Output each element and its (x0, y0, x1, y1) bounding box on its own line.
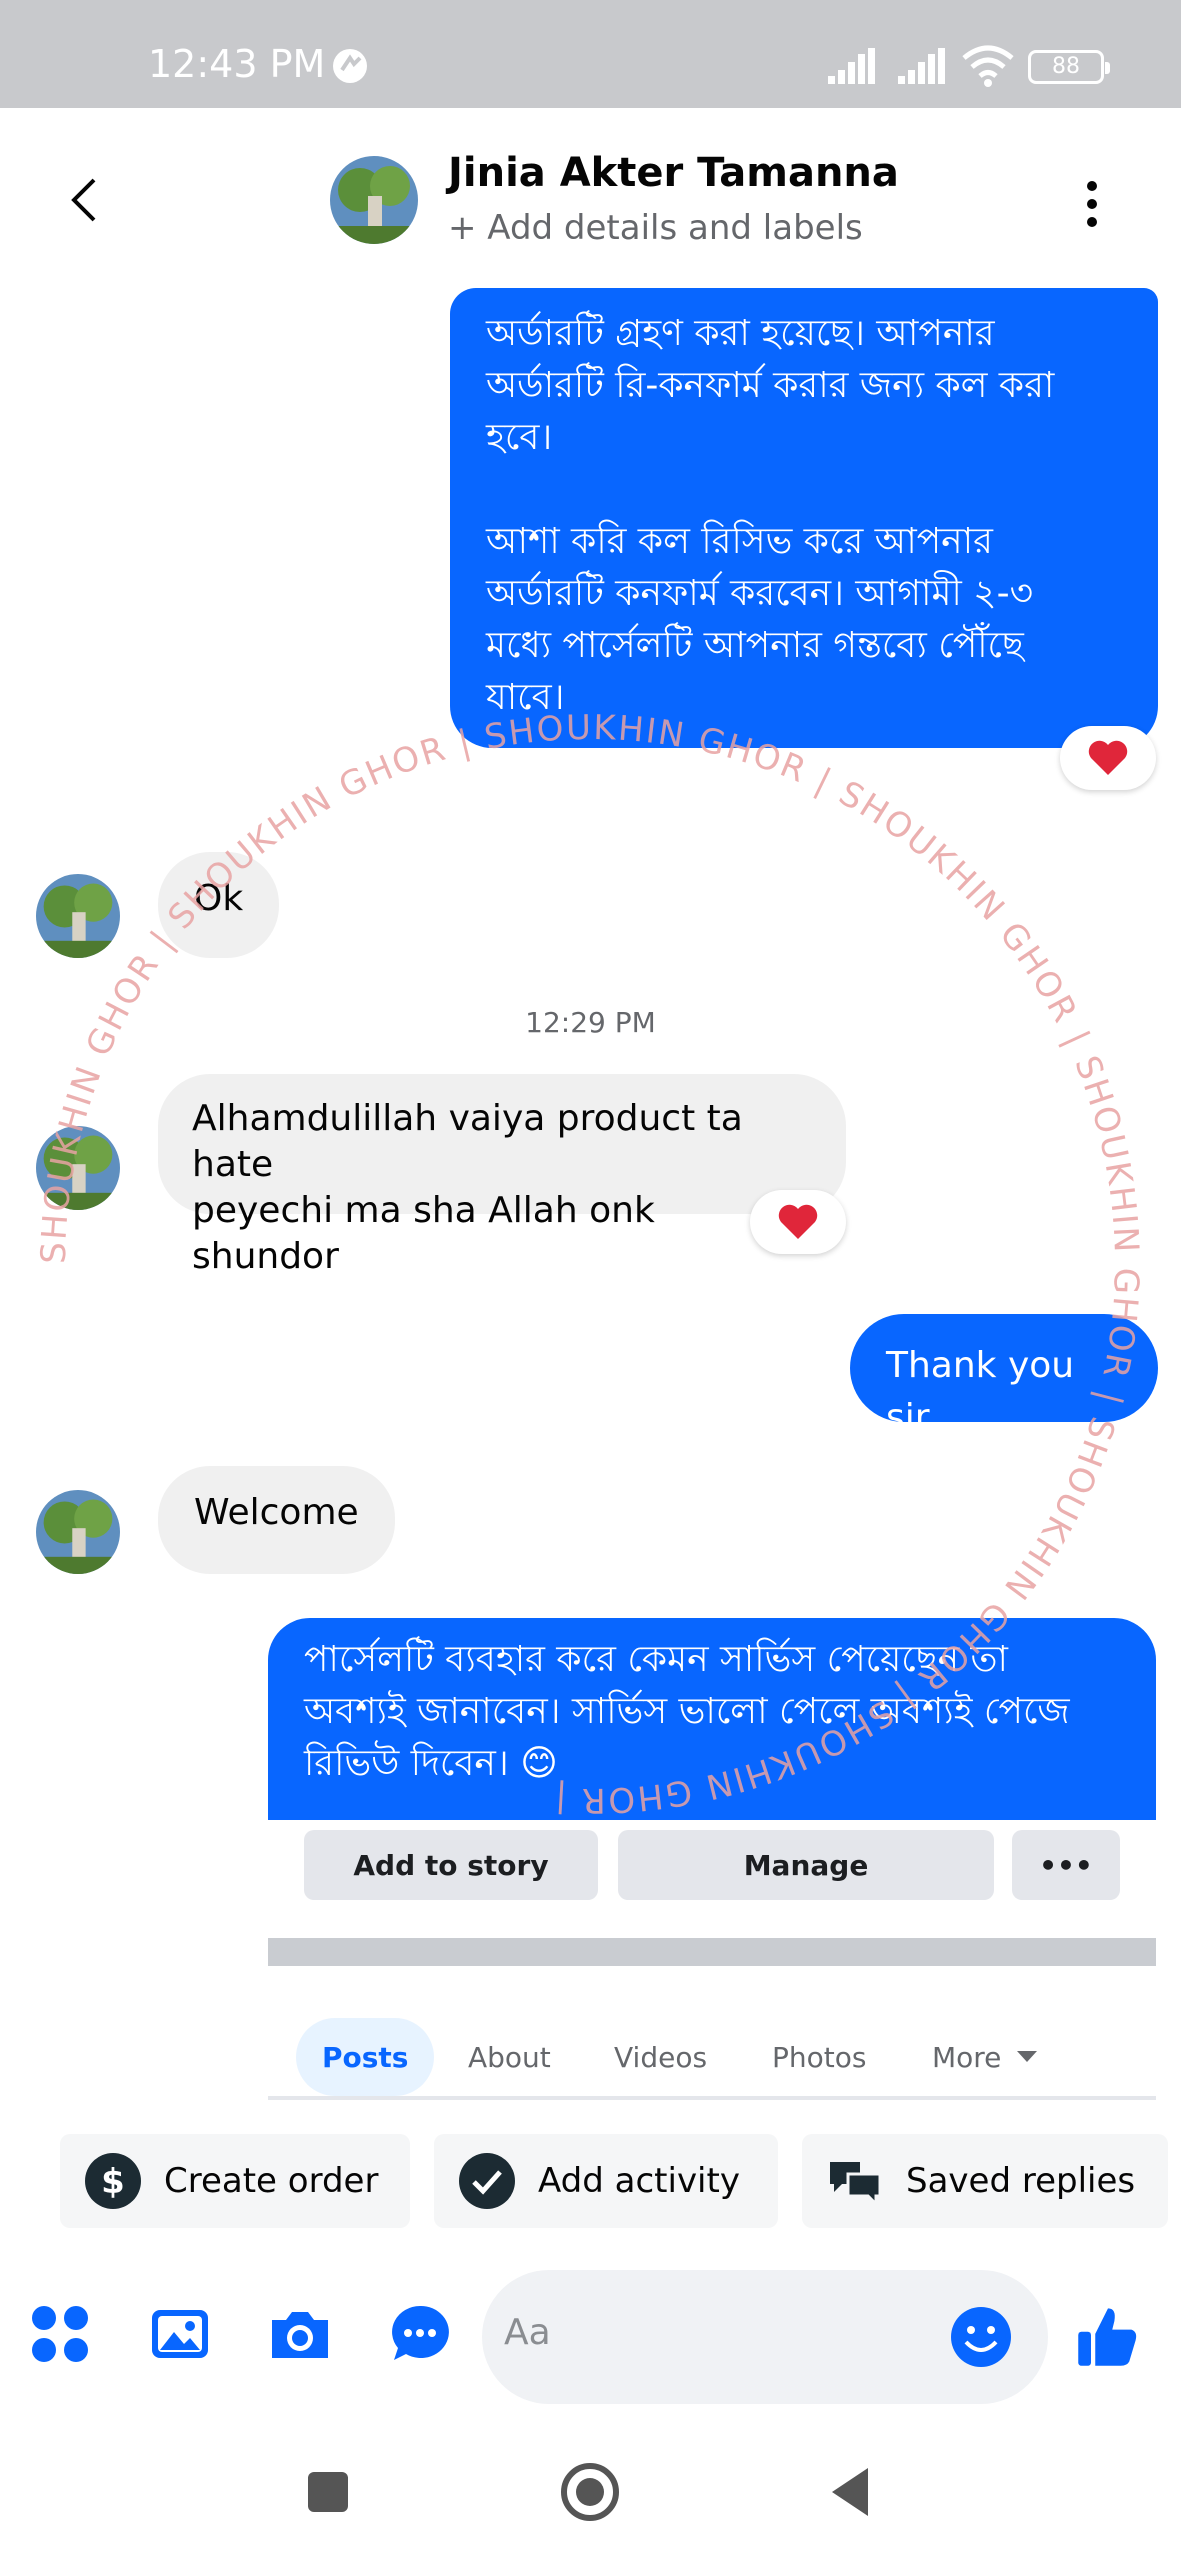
back-nav-icon[interactable] (818, 2460, 882, 2524)
tab-about[interactable]: About (468, 2018, 551, 2096)
avatar[interactable] (36, 1126, 120, 1210)
message-outgoing-order-confirm[interactable]: অর্ডারটি গ্রহণ করা হয়েছে। আপনার অর্ডারট… (450, 288, 1158, 748)
preview-divider (268, 1938, 1156, 1966)
thumbs-up-icon[interactable] (1074, 2302, 1142, 2370)
avatar-image (36, 1126, 120, 1210)
preview-bottom-line (268, 2096, 1156, 2100)
apps-grid-icon[interactable] (28, 2302, 92, 2366)
message-outgoing-thank-you[interactable]: Thank you sir (850, 1314, 1158, 1438)
add-activity-button[interactable]: Add activity (434, 2134, 778, 2228)
avatar-image (330, 156, 418, 244)
avatar[interactable] (36, 1490, 120, 1574)
status-time: 12:43 PM (148, 42, 326, 86)
avatar-image (36, 1490, 120, 1574)
tab-posts[interactable]: Posts (296, 2018, 435, 2096)
contact-name[interactable]: Jinia Akter Tamanna (448, 150, 899, 196)
system-navigation-bar (0, 2430, 1181, 2560)
dollar-icon: $ (85, 2153, 141, 2209)
recents-icon[interactable] (296, 2460, 360, 2524)
reaction-heart[interactable] (1060, 726, 1156, 790)
sync-icon (333, 49, 367, 83)
message-timestamp: 12:29 PM (525, 1006, 656, 1039)
create-order-button[interactable]: $ Create order (60, 2134, 410, 2228)
wifi-icon (962, 45, 1014, 87)
emoji-icon[interactable] (950, 2306, 1012, 2368)
chat-bubbles-icon (830, 2162, 882, 2208)
message-composer: Aa (0, 2262, 1181, 2412)
message-input[interactable]: Aa (482, 2270, 1048, 2404)
add-activity-label: Add activity (538, 2161, 740, 2201)
message-outgoing-review-request[interactable]: পার্সেলটি ব্যবহার করে কেমন সার্ভিস পেয়ে… (268, 1618, 1156, 1822)
avatar[interactable] (36, 874, 120, 958)
more-options-icon[interactable] (1072, 172, 1112, 236)
chat-options-icon[interactable] (388, 2302, 452, 2366)
add-details-link[interactable]: + Add details and labels (448, 208, 863, 248)
saved-replies-label: Saved replies (906, 2161, 1136, 2201)
status-bar: 12:43 PM 88 (0, 0, 1181, 108)
message-input-placeholder: Aa (504, 2312, 551, 2353)
caret-down-icon (1017, 2051, 1038, 2062)
tab-photos[interactable]: Photos (772, 2018, 866, 2096)
checkmark-icon (459, 2153, 515, 2209)
manage-button[interactable]: Manage (618, 1830, 994, 1900)
heart-icon (778, 1204, 818, 1239)
message-incoming-welcome[interactable]: Welcome (158, 1466, 395, 1574)
home-icon[interactable] (558, 2460, 622, 2524)
battery-icon: 88 (1028, 50, 1110, 84)
tab-videos[interactable]: Videos (614, 2018, 707, 2096)
avatar[interactable] (330, 156, 418, 244)
signal-icon-2 (898, 48, 945, 84)
signal-icon (828, 48, 875, 84)
camera-icon[interactable] (268, 2302, 332, 2366)
conversation-header: Jinia Akter Tamanna + Add details and la… (0, 108, 1181, 288)
back-arrow-icon[interactable] (60, 168, 108, 232)
quick-actions-bar: $ Create order Add activity Saved replie… (0, 2124, 1181, 2234)
reaction-heart[interactable] (750, 1190, 846, 1254)
saved-replies-button[interactable]: Saved replies (802, 2134, 1168, 2228)
more-dots-button[interactable]: ••• (1012, 1830, 1120, 1900)
message-incoming-ok[interactable]: Ok (158, 852, 280, 958)
heart-icon (1088, 740, 1128, 775)
tab-more-label: More (932, 2040, 1002, 2074)
add-to-story-button[interactable]: Add to story (304, 1830, 598, 1900)
gallery-icon[interactable] (148, 2302, 212, 2366)
page-preview-card[interactable]: Add to story Manage ••• Posts About Vide… (268, 1820, 1156, 2100)
svg-text:$: $ (101, 2162, 125, 2202)
create-order-label: Create order (164, 2161, 379, 2201)
avatar-image (36, 874, 120, 958)
message-incoming-product-received[interactable]: Alhamdulillah vaiya product ta hate peye… (158, 1074, 846, 1277)
tab-more[interactable]: More (932, 2018, 1039, 2096)
